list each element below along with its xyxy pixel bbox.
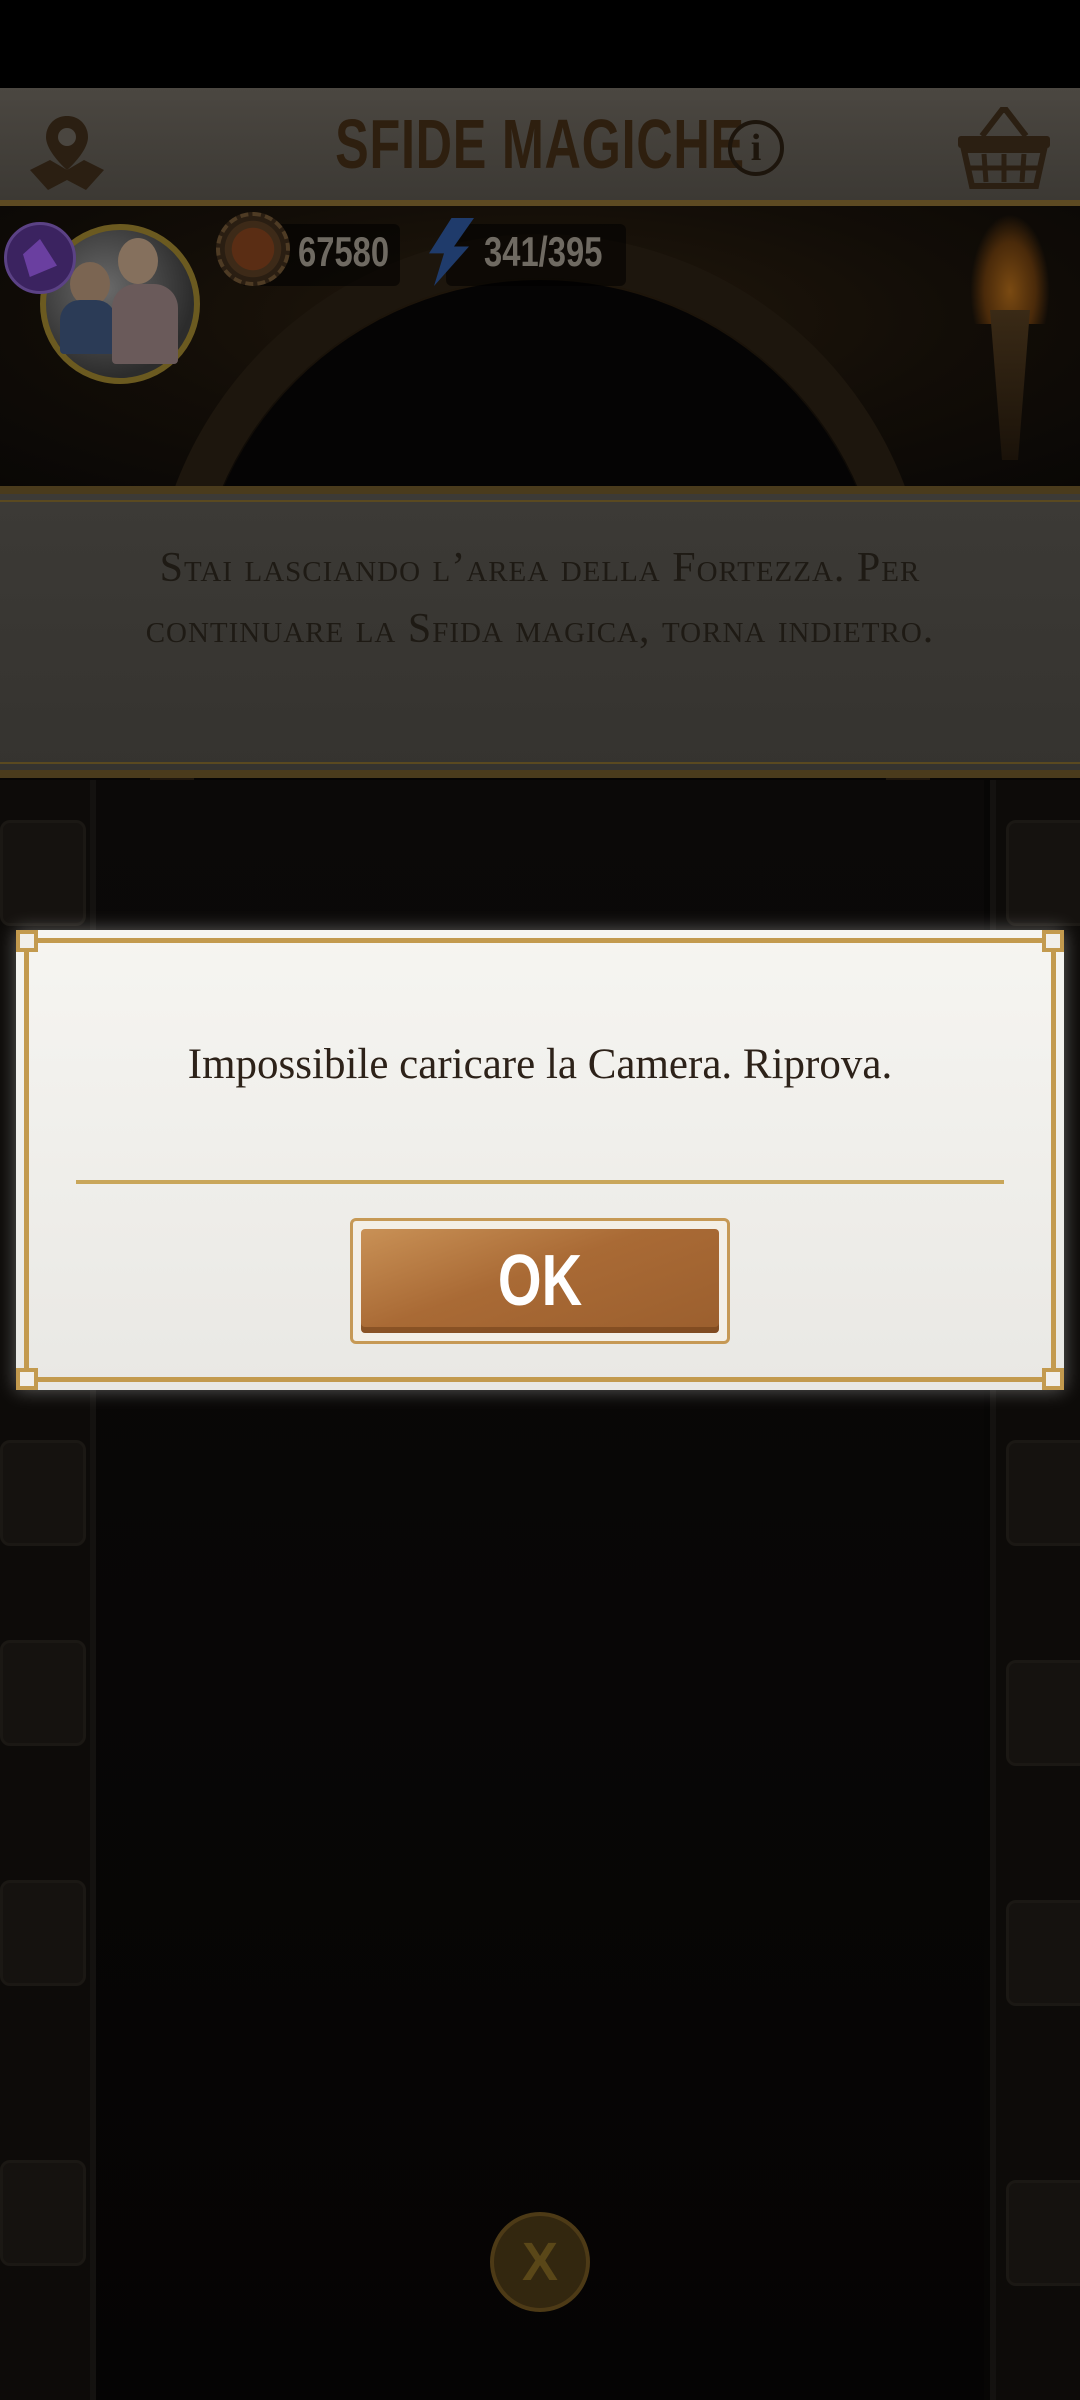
basket-icon[interactable] (954, 106, 1054, 190)
close-button[interactable]: X (490, 2212, 590, 2312)
avatar-photo-detail (60, 300, 116, 354)
coin-icon (216, 212, 290, 286)
header-bar: SFIDE MAGICHE (0, 88, 1080, 206)
ok-button-label: OK (497, 1241, 583, 1321)
wall-brick (0, 1880, 86, 1986)
wall-brick (1006, 1660, 1080, 1766)
divider (0, 500, 1080, 502)
divider (0, 762, 1080, 764)
map-pin-icon[interactable] (24, 108, 110, 194)
wall-brick (0, 1640, 86, 1746)
wall-brick (1006, 2180, 1080, 2286)
notice-text: Stai lasciando l’area della Fortezza. Pe… (145, 545, 935, 652)
game-screen: SFIDE MAGICHE i 67580 341/395 Stai lasci… (0, 0, 1080, 2400)
dialog-message: Impossibile caricare la Camera. Riprova. (187, 1041, 893, 1088)
wall-brick (1006, 1900, 1080, 2006)
coins-value: 67580 (298, 228, 390, 275)
wall-brick (0, 820, 86, 926)
torch-flame (970, 214, 1050, 324)
energy-value: 341/395 (484, 228, 603, 275)
dialog-divider (76, 1180, 1004, 1184)
info-icon[interactable]: i (728, 120, 784, 176)
frame-corner (16, 1368, 38, 1390)
status-bar-area (0, 0, 1080, 88)
gem-icon (4, 222, 76, 294)
wall-brick (0, 1440, 86, 1546)
avatar-photo-detail (112, 284, 178, 364)
frame-corner (1042, 930, 1064, 952)
ok-button-face[interactable]: OK (361, 1229, 719, 1333)
error-dialog: Impossibile caricare la Camera. Riprova.… (16, 930, 1064, 1390)
avatar-photo-detail (118, 238, 158, 284)
frame-corner (16, 930, 38, 952)
page-title: SFIDE MAGICHE (335, 105, 745, 183)
wall-brick (1006, 820, 1080, 926)
frame-corner (1042, 1368, 1064, 1390)
ok-button[interactable]: OK (350, 1218, 730, 1344)
wall-brick (0, 2160, 86, 2266)
wall-brick (1006, 1440, 1080, 1546)
